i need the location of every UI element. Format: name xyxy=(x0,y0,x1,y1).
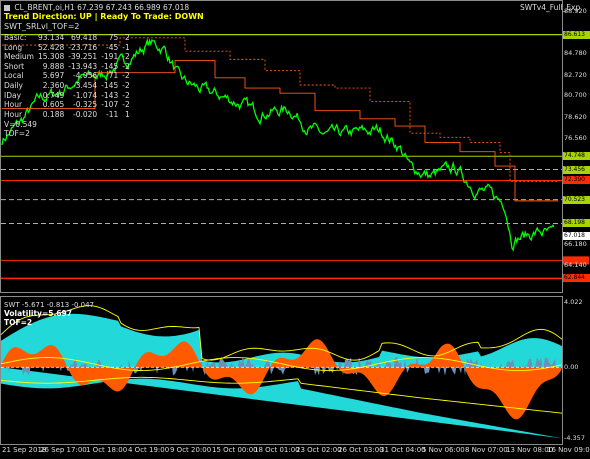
ready-to-trade-label: Ready To Trade: xyxy=(100,12,172,21)
stats-cell-v3: -145 xyxy=(101,80,119,90)
stats-cell-v1: 0.188 xyxy=(42,109,65,119)
tof-label-main: TOF=2 xyxy=(4,129,30,138)
price-axis-label: 66.180 xyxy=(564,240,587,249)
time-axis-label: 8 Nov 07:00 xyxy=(465,446,508,454)
stats-cell-v3: -71 xyxy=(105,71,119,81)
trend-direction-label: Trend Direction: xyxy=(4,12,77,21)
stats-cell-label: Daily xyxy=(4,80,23,90)
time-axis-label: 1 Oct 18:00 xyxy=(86,446,128,454)
stats-row: Hour 0.188 -0.020 -11 1 xyxy=(4,110,134,120)
stats-cell-v1: 5.697 xyxy=(42,71,65,81)
stats-cell-v4: -2 xyxy=(122,61,130,71)
stats-cell-label: Medium xyxy=(4,52,34,62)
stats-cell-v4: -1 xyxy=(122,42,130,52)
price-axis-label: 72.390 xyxy=(563,176,590,185)
time-axis-label: 4 Oct 19:00 xyxy=(128,446,170,454)
stats-cell-v2: -13.943 xyxy=(68,61,98,71)
time-axis-label: 16 Nov 09:00 xyxy=(547,446,590,454)
time-axis-label: 26 Sep 17:00 xyxy=(40,446,87,454)
price-axis-label: 64.140 xyxy=(564,261,587,270)
stats-cell-v2: -23.716 xyxy=(68,42,98,52)
time-axis-label: 31 Oct 04:00 xyxy=(380,446,426,454)
price-axis-label: 86.613 xyxy=(563,30,590,39)
stats-cell-v2: -0.325 xyxy=(73,100,98,110)
time-axis-label: 23 Oct 02:00 xyxy=(296,446,342,454)
symbol-title: CL_BRENT,oi,H1 67.239 67.243 66.989 67.0… xyxy=(14,3,190,12)
price-axis-label: 68.198 xyxy=(563,219,590,228)
stats-cell-v3: -107 xyxy=(101,100,119,110)
price-axis-label: 73.456 xyxy=(563,165,590,174)
stats-cell-v4: -2 xyxy=(122,71,130,81)
stats-cell-label: Basic: xyxy=(4,33,27,42)
stats-cell-v2: -3.454 xyxy=(73,80,98,90)
stats-row: Hour 0.605 -0.325 -107 -2 xyxy=(4,100,134,110)
stats-cell-v3: 75 xyxy=(108,33,119,42)
stats-cell-v1: 9.888 xyxy=(42,61,65,71)
time-axis-label: 5 Nov 06:00 xyxy=(422,446,465,454)
trend-direction-value: UP xyxy=(79,12,92,21)
stats-cell-v1: 0.605 xyxy=(42,100,65,110)
stats-cell-v2: -1.074 xyxy=(73,90,98,100)
oscillator-axis-label: -4.357 xyxy=(564,434,585,442)
stats-cell-v4: -2 xyxy=(122,100,130,110)
time-axis-label: 9 Oct 20:00 xyxy=(170,446,212,454)
stats-cell-v3: -145 xyxy=(101,61,119,71)
oscillator-tof-label: TOF=2 xyxy=(4,318,33,327)
stats-cell-v4: 2 xyxy=(124,33,130,42)
price-axis-label: 74.748 xyxy=(563,152,590,161)
oscillator-axis-label: 4.022 xyxy=(564,298,583,306)
stats-cell-v4: -2 xyxy=(122,80,130,90)
stats-cell-v1: 0.749 xyxy=(42,90,65,100)
stats-cell-v3: -143 xyxy=(101,90,119,100)
stats-cell-v1: 93.134 xyxy=(38,33,65,42)
stats-row: Daily 2.360 -3.454 -145 -2 xyxy=(4,81,134,91)
time-axis-label: 15 Oct 00:00 xyxy=(212,446,258,454)
stats-cell-label: Short xyxy=(4,61,25,71)
stats-cell-v1: 52.428 xyxy=(38,42,65,52)
trend-line: Trend Direction: UP | Ready To Trade: DO… xyxy=(4,12,204,21)
stats-cell-label: IDay xyxy=(4,90,22,100)
stats-row: Basic: 93.134 69.418 75 2 xyxy=(4,33,134,43)
oscillator-axis-label: 0.00 xyxy=(564,363,579,372)
stats-cell-label: Local xyxy=(4,71,24,81)
price-axis-label: 88.920 xyxy=(564,6,587,15)
stats-cell-v2: 69.418 xyxy=(70,33,98,42)
stats-row: Long 52.428 -23.716 -45 -1 xyxy=(4,43,134,53)
ready-to-trade-value: DOWN xyxy=(174,12,204,21)
price-axis-label: 80.700 xyxy=(564,91,587,100)
stats-cell-v2: -0.020 xyxy=(73,109,98,119)
oscillator-pane xyxy=(0,296,563,445)
stats-cell-v1: 2.360 xyxy=(42,80,65,90)
stats-row: Short 9.888 -13.943 -145 -2 xyxy=(4,62,134,72)
price-axis-label: 70.523 xyxy=(563,195,590,204)
stats-cell-label: Hour xyxy=(4,109,23,119)
stats-cell-v3: -11 xyxy=(105,109,119,119)
stats-row: Medium 15.308 -39.251 -191 -2 xyxy=(4,52,134,62)
stats-table: Basic: 93.134 69.418 75 2 Long 52.428 -23.716 -4… xyxy=(4,33,134,119)
stats-cell-v4: 1 xyxy=(124,109,130,119)
price-axis-label: 78.620 xyxy=(564,112,587,121)
time-axis-label: 26 Oct 03:00 xyxy=(338,446,384,454)
price-axis-label: 82.720 xyxy=(564,70,587,79)
stats-cell-v4: -2 xyxy=(122,52,130,62)
price-axis-label: 76.560 xyxy=(564,133,587,142)
stats-cell-label: Long xyxy=(4,42,23,52)
stats-cell-v1: 15.308 xyxy=(38,52,65,62)
stats-row: Local 5.697 -4.056 -71 -2 xyxy=(4,71,134,81)
stats-cell-label: Hour xyxy=(4,100,23,110)
price-axis-label: 62.844 xyxy=(563,274,590,283)
price-axis-label: 84.780 xyxy=(564,49,587,58)
stats-cell-v2: -39.251 xyxy=(68,52,98,62)
stats-row: IDay 0.749 -1.074 -143 -2 xyxy=(4,91,134,101)
chart-icon xyxy=(4,5,10,11)
srlvl-label: SWT_SRLvl_TOF=2 xyxy=(4,22,80,31)
price-axis-label: 67.018 xyxy=(563,231,590,240)
stats-cell-v4: -2 xyxy=(122,90,130,100)
stats-cell-v2: -4.056 xyxy=(73,71,98,81)
stats-cell-v3: -191 xyxy=(101,52,119,62)
stats-cell-v3: -45 xyxy=(105,42,119,52)
time-axis-label: 18 Oct 01:00 xyxy=(254,446,300,454)
